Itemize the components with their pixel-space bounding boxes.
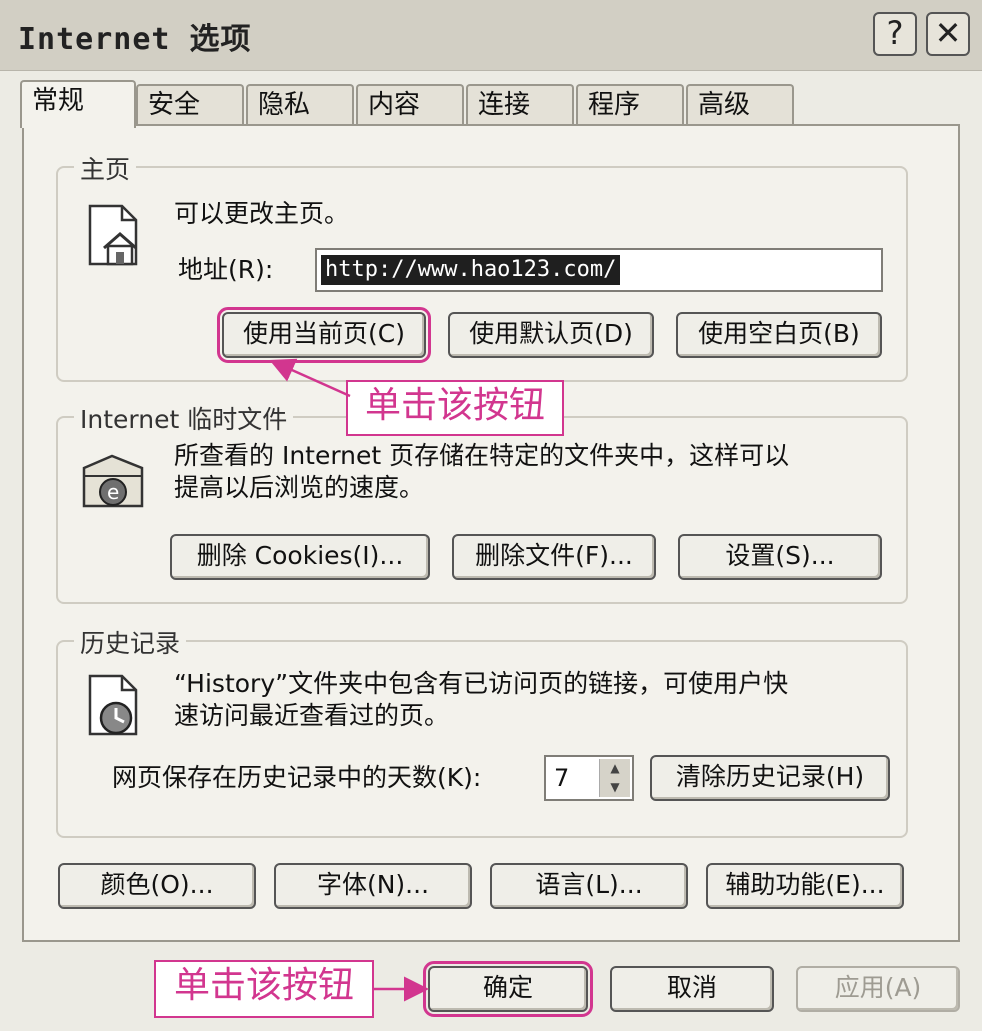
internet-options-dialog: Internet 选项 ? ✕ 常规 安全 隐私 内容 连接 程序 高级 主页 …	[0, 0, 982, 1031]
tab-content[interactable]: 内容	[356, 84, 464, 126]
tab-connections[interactable]: 连接	[466, 84, 574, 126]
delete-files-button[interactable]: 删除文件(F)...	[452, 534, 656, 580]
help-button[interactable]: ?	[873, 12, 917, 56]
svg-text:e: e	[107, 480, 119, 504]
tab-advanced[interactable]: 高级	[686, 84, 794, 126]
history-description-line1: “History”文件夹中包含有已访问页的链接，可使用户快	[174, 669, 789, 698]
clear-history-button[interactable]: 清除历史记录(H)	[650, 755, 890, 801]
history-days-stepper[interactable]: 7 ▲ ▼	[544, 755, 634, 801]
languages-button[interactable]: 语言(L)...	[490, 863, 688, 909]
use-default-page-button[interactable]: 使用默认页(D)	[448, 312, 654, 358]
homepage-group-label: 主页	[74, 150, 137, 186]
cancel-button[interactable]: 取消	[610, 966, 774, 1012]
history-description-line2: 速访问最近查看过的页。	[174, 701, 450, 730]
window-title: Internet 选项	[18, 22, 252, 57]
use-blank-page-button[interactable]: 使用空白页(B)	[676, 312, 882, 358]
ok-button[interactable]: 确定	[423, 961, 593, 1017]
tab-security[interactable]: 安全	[136, 84, 244, 126]
accessibility-button[interactable]: 辅助功能(E)...	[706, 863, 904, 909]
address-value: http://www.hao123.com/	[321, 255, 621, 285]
annotation-callout-bottom: 单击该按钮	[154, 960, 374, 1018]
history-days-value: 7	[554, 764, 570, 792]
temp-files-description-line2: 提高以后浏览的速度。	[174, 473, 425, 502]
stepper-down-icon[interactable]: ▼	[600, 778, 630, 797]
temp-files-group-label: Internet 临时文件	[74, 400, 294, 436]
tab-general[interactable]: 常规	[20, 80, 136, 128]
tab-privacy[interactable]: 隐私	[246, 84, 354, 126]
colors-button[interactable]: 颜色(O)...	[58, 863, 256, 909]
apply-button[interactable]: 应用(A)	[796, 966, 960, 1012]
history-days-label: 网页保存在历史记录中的天数(K):	[112, 763, 482, 792]
tab-programs[interactable]: 程序	[576, 84, 684, 126]
temp-files-settings-button[interactable]: 设置(S)...	[678, 534, 882, 580]
close-button[interactable]: ✕	[926, 12, 970, 56]
title-bar: Internet 选项 ? ✕	[0, 0, 982, 71]
history-icon	[88, 674, 138, 736]
address-label: 地址(R):	[178, 255, 274, 284]
home-page-icon	[88, 204, 138, 266]
delete-cookies-button[interactable]: 删除 Cookies(I)...	[170, 534, 430, 580]
temp-files-description-line1: 所查看的 Internet 页存储在特定的文件夹中，这样可以	[174, 441, 790, 470]
stepper-up-icon[interactable]: ▲	[600, 759, 630, 778]
use-current-page-button[interactable]: 使用当前页(C)	[217, 307, 431, 363]
homepage-description: 可以更改主页。	[174, 199, 350, 228]
fonts-button[interactable]: 字体(N)...	[274, 863, 472, 909]
annotation-callout-top: 单击该按钮	[346, 380, 564, 436]
temp-files-icon: e	[82, 454, 144, 508]
stepper-arrows[interactable]: ▲ ▼	[599, 759, 630, 797]
address-input[interactable]: http://www.hao123.com/	[315, 248, 883, 292]
history-group-label: 历史记录	[74, 624, 187, 660]
